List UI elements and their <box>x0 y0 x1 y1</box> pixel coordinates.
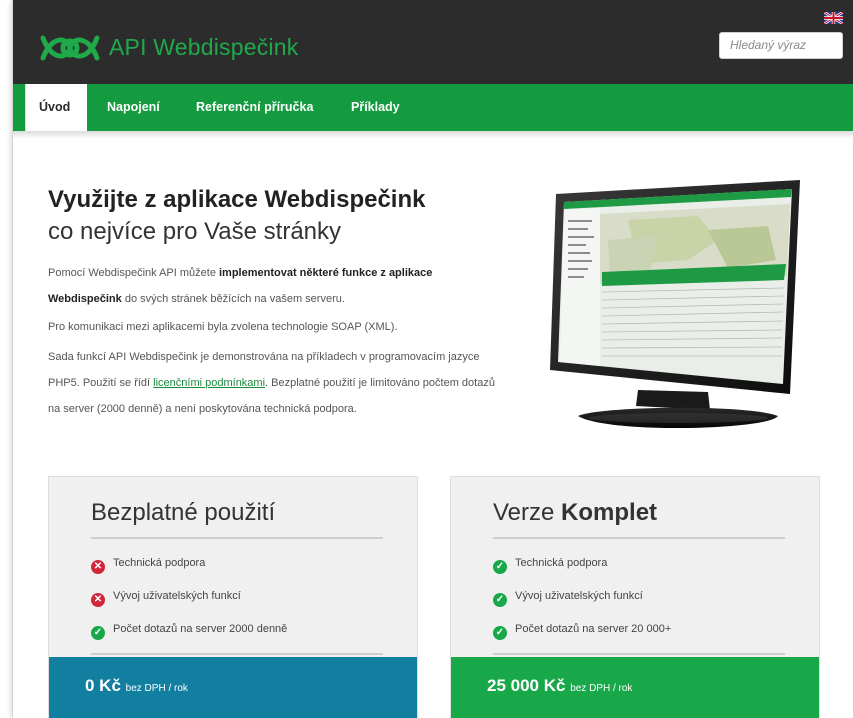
feature-label: Technická podpora <box>515 557 608 569</box>
feature-item: ✓ Počet dotazů na server 20 000+ <box>493 623 671 640</box>
feature-label: Počet dotazů na server 2000 denně <box>113 623 288 635</box>
main-nav: Úvod Napojení Referenční příručka Příkla… <box>13 84 853 131</box>
divider <box>493 653 785 655</box>
cross-circle-icon: ✕ <box>91 593 105 607</box>
hero-paragraph-2: Pro komunikaci mezi aplikacemi byla zvol… <box>48 321 398 333</box>
check-circle-icon: ✓ <box>493 560 507 574</box>
hero-paragraph-1: Pomocí Webdispečink API můžete implement… <box>48 260 503 312</box>
hero-title: Využijte z aplikace Webdispečink <box>48 186 426 213</box>
plan-title-text: Bezplatné použití <box>91 499 276 526</box>
divider <box>91 537 383 539</box>
plan-title: Bezplatné použití <box>91 499 275 527</box>
plan-title: Verze Komplet <box>493 499 657 527</box>
price-bar[interactable]: 0 Kč bez DPH / rok <box>49 657 417 718</box>
page: API Webdispečink Hledaný výraz Úvod Napo… <box>12 0 853 718</box>
feature-item: ✕ Technická podpora <box>91 557 205 574</box>
p1-text: Pomocí Webdispečink API můžete <box>48 267 219 279</box>
nav-shadow <box>13 131 853 139</box>
feature-label: Technická podpora <box>113 557 206 569</box>
feature-item: ✓ Počet dotazů na server 2000 denně <box>91 623 287 640</box>
feature-item: ✓ Vývoj uživatelských funkcí <box>493 590 643 607</box>
license-link[interactable]: licenčními podmínkami <box>153 377 265 389</box>
feature-label: Počet dotazů na server 20 000+ <box>515 623 672 635</box>
plan-card-komplet: Verze Komplet ✓ Technická podpora ✓ Vývoj … <box>450 476 820 718</box>
plan-title-bold: Komplet <box>561 499 658 526</box>
plan-card-free: Bezplatné použití ✕ Technická podpora ✕ Vý… <box>48 476 418 718</box>
price-bar[interactable]: 25 000 Kč bez DPH / rok <box>451 657 819 718</box>
plan-title-text: Verze <box>493 499 562 526</box>
p1-text-end: do svých stránek běžících na vašem serve… <box>121 293 345 305</box>
nav-item-referencni-prirucka[interactable]: Referenční příručka <box>196 84 313 131</box>
search-input[interactable]: Hledaný výraz <box>719 32 843 59</box>
feature-item: ✕ Vývoj uživatelských funkcí <box>91 590 241 607</box>
nav-item-napojeni[interactable]: Napojení <box>107 84 160 131</box>
feature-label: Vývoj uživatelských funkcí <box>113 590 241 602</box>
divider <box>493 537 785 539</box>
price-unit: bez DPH / rok <box>125 683 188 694</box>
nav-item-uvod[interactable]: Úvod <box>25 84 87 131</box>
monitor-screenshot-image <box>550 180 800 429</box>
cross-circle-icon: ✕ <box>91 560 105 574</box>
feature-label: Vývoj uživatelských funkcí <box>515 590 643 602</box>
check-circle-icon: ✓ <box>493 626 507 640</box>
price-amount: 25 000 Kč bez DPH / rok <box>487 676 632 696</box>
price-amount: 0 Kč bez DPH / rok <box>85 676 188 696</box>
price-value: 0 Kč <box>85 676 121 695</box>
check-circle-icon: ✓ <box>91 626 105 640</box>
hero-subtitle: co nejvíce pro Vaše stránky <box>48 218 342 245</box>
divider <box>91 653 383 655</box>
brand-title[interactable]: API Webdispečink <box>109 34 298 61</box>
price-unit: bez DPH / rok <box>570 683 633 694</box>
logo-icon[interactable] <box>37 28 103 68</box>
feature-item: ✓ Technická podpora <box>493 557 607 574</box>
header: API Webdispečink Hledaný výraz <box>13 0 853 84</box>
check-circle-icon: ✓ <box>493 593 507 607</box>
price-value: 25 000 Kč <box>487 676 566 695</box>
nav-item-priklady[interactable]: Příklady <box>351 84 400 131</box>
uk-flag-icon[interactable] <box>824 12 843 24</box>
hero-paragraph-3: Sada funkcí API Webdispečink je demonstr… <box>48 344 503 422</box>
